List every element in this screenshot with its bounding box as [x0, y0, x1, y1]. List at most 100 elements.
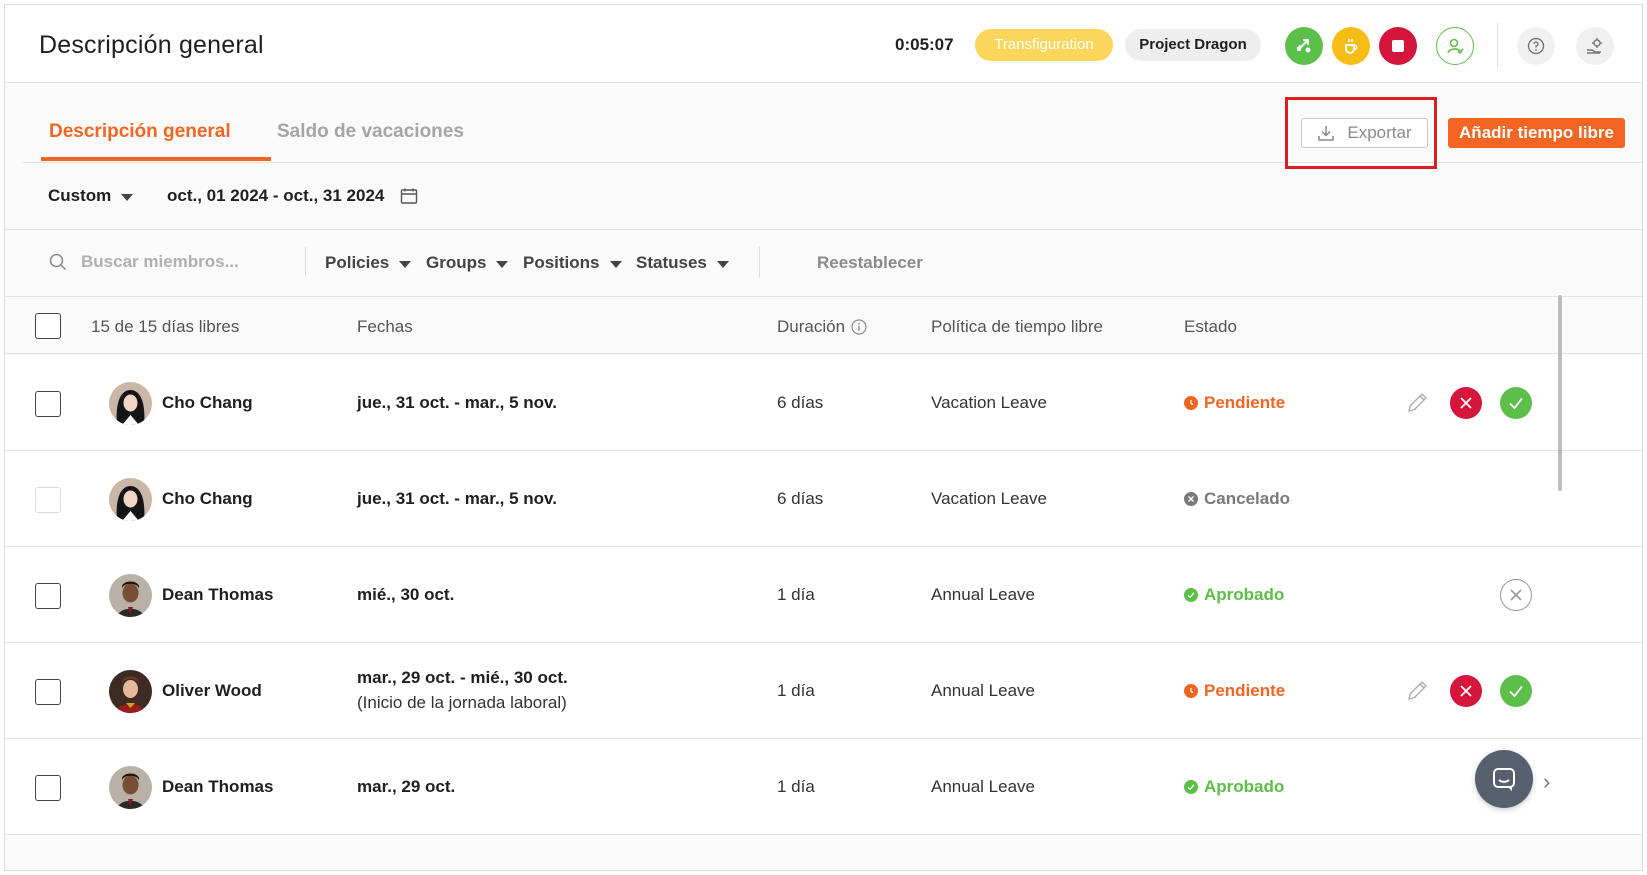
chevron-down-icon: [609, 260, 622, 268]
dates-text: mar., 29 oct. - mié., 30 oct.: [357, 668, 568, 687]
help-icon: [1527, 37, 1545, 55]
column-duration-label: Duración: [777, 317, 846, 336]
row-checkbox[interactable]: [35, 775, 61, 801]
project-pill[interactable]: Transfiguration: [975, 29, 1113, 61]
scrollbar-thumb[interactable]: [1558, 295, 1562, 491]
dates-subtext: (Inicio de la jornada laboral): [357, 693, 567, 712]
export-button[interactable]: Exportar: [1301, 118, 1428, 148]
column-policy[interactable]: Política de tiempo libre: [931, 317, 1103, 337]
table-row[interactable]: Dean Thomas mar., 29 oct. 1 día Annual L…: [5, 739, 1642, 835]
avatar: [109, 382, 152, 425]
table-row[interactable]: Dean Thomas mié., 30 oct. 1 día Annual L…: [5, 547, 1642, 643]
export-label: Exportar: [1347, 123, 1412, 142]
cancel-request-button[interactable]: [1500, 579, 1532, 611]
user-status-icon: [1447, 38, 1464, 55]
status-badge: Aprobado: [1184, 585, 1284, 605]
column-status[interactable]: Estado: [1184, 317, 1237, 337]
close-icon: [1460, 685, 1472, 697]
app-window: Descripción general 0:05:07 Transfigurat…: [4, 4, 1643, 871]
date-range-label: oct., 01 2024 - oct., 31 2024: [167, 186, 385, 205]
chat-button[interactable]: [1475, 750, 1533, 808]
policies-dropdown[interactable]: Policies: [325, 253, 412, 273]
table-row[interactable]: Oliver Wood mar., 29 oct. - mié., 30 oct…: [5, 643, 1642, 739]
duration-text: 6 días: [777, 489, 824, 508]
settings-button[interactable]: [1576, 27, 1614, 65]
reset-filters-button[interactable]: Reestablecer: [817, 253, 923, 273]
timer-switch-icon: [1296, 39, 1311, 53]
policy-text: Annual Leave: [931, 681, 1035, 700]
calendar-icon: [401, 188, 418, 204]
timer-switch-button[interactable]: [1285, 27, 1323, 65]
date-range-picker[interactable]: oct., 01 2024 - oct., 31 2024: [167, 186, 418, 206]
cancelled-icon: [1184, 492, 1198, 506]
filter-divider: [759, 247, 760, 277]
approved-icon: [1184, 588, 1198, 602]
table-row[interactable]: Cho Chang jue., 31 oct. - mar., 5 nov. 6…: [5, 355, 1642, 451]
dates-text: jue., 31 oct. - mar., 5 nov.: [357, 489, 557, 508]
add-time-off-button[interactable]: Añadir tiempo libre: [1448, 118, 1625, 148]
user-status-button[interactable]: [1436, 27, 1474, 65]
tab-overview[interactable]: Descripción general: [49, 121, 231, 143]
status-badge: Aprobado: [1184, 777, 1284, 797]
check-icon: [1509, 685, 1523, 698]
range-type-dropdown[interactable]: Custom: [48, 186, 134, 206]
chevron-down-icon: [121, 193, 134, 201]
status-label: Pendiente: [1204, 393, 1286, 412]
groups-dropdown[interactable]: Groups: [426, 253, 509, 273]
search-input[interactable]: [81, 252, 281, 272]
policy-text: Annual Leave: [931, 777, 1035, 796]
break-button[interactable]: [1332, 27, 1370, 65]
edit-button[interactable]: [1401, 675, 1433, 707]
statuses-label: Statuses: [636, 253, 707, 272]
approved-icon: [1184, 780, 1198, 794]
search-box: [49, 252, 281, 272]
approve-button[interactable]: [1500, 675, 1532, 707]
member-name: Dean Thomas: [162, 777, 274, 796]
help-button[interactable]: [1517, 27, 1555, 65]
duration-text: 1 día: [777, 681, 815, 700]
chat-icon: [1493, 768, 1515, 791]
status-label: Aprobado: [1204, 585, 1285, 604]
reject-button[interactable]: [1450, 387, 1482, 419]
chevron-down-icon: [716, 260, 729, 268]
duration-text: 6 días: [777, 393, 824, 412]
avatar: [109, 670, 152, 713]
edit-button[interactable]: [1401, 387, 1433, 419]
member-name: Dean Thomas: [162, 585, 274, 604]
row-checkbox[interactable]: [35, 583, 61, 609]
column-duration[interactable]: Duración: [777, 317, 867, 337]
row-checkbox[interactable]: [35, 679, 61, 705]
table-row[interactable]: Cho Chang jue., 31 oct. - mar., 5 nov. 6…: [5, 451, 1642, 547]
close-icon: [1510, 589, 1522, 601]
member-name: Oliver Wood: [162, 681, 262, 700]
status-label: Cancelado: [1204, 489, 1290, 508]
approve-button[interactable]: [1500, 387, 1532, 419]
top-bar: Descripción general 0:05:07 Transfigurat…: [5, 5, 1642, 83]
positions-dropdown[interactable]: Positions: [523, 253, 622, 273]
avatar: [109, 766, 152, 809]
chevron-right-icon[interactable]: ›: [1543, 769, 1550, 795]
filter-divider: [305, 247, 306, 277]
download-icon: [1318, 126, 1335, 141]
statuses-dropdown[interactable]: Statuses: [636, 253, 729, 273]
break-icon: [1345, 39, 1358, 54]
pencil-icon: [1408, 393, 1427, 412]
stop-timer-button[interactable]: [1379, 27, 1417, 65]
policy-text: Vacation Leave: [931, 489, 1047, 508]
tab-bar: Descripción general Saldo de vacaciones …: [23, 85, 1642, 169]
member-filter-bar: Policies Groups Positions Statuses Reest…: [5, 231, 1642, 297]
task-pill[interactable]: Project Dragon: [1125, 29, 1261, 61]
table-header: 15 de 15 días libres Fechas Duración Pol…: [5, 297, 1642, 354]
select-all-checkbox[interactable]: [35, 313, 61, 339]
range-type-label: Custom: [48, 186, 112, 205]
search-icon: [49, 253, 67, 271]
groups-label: Groups: [426, 253, 487, 272]
chevron-down-icon: [496, 260, 509, 268]
row-checkbox[interactable]: [35, 391, 61, 417]
member-name: Cho Chang: [162, 393, 253, 412]
tab-vacation-balance[interactable]: Saldo de vacaciones: [277, 121, 464, 143]
member-name: Cho Chang: [162, 489, 253, 508]
reject-button[interactable]: [1450, 675, 1482, 707]
policy-text: Vacation Leave: [931, 393, 1047, 412]
column-dates[interactable]: Fechas: [357, 317, 413, 337]
